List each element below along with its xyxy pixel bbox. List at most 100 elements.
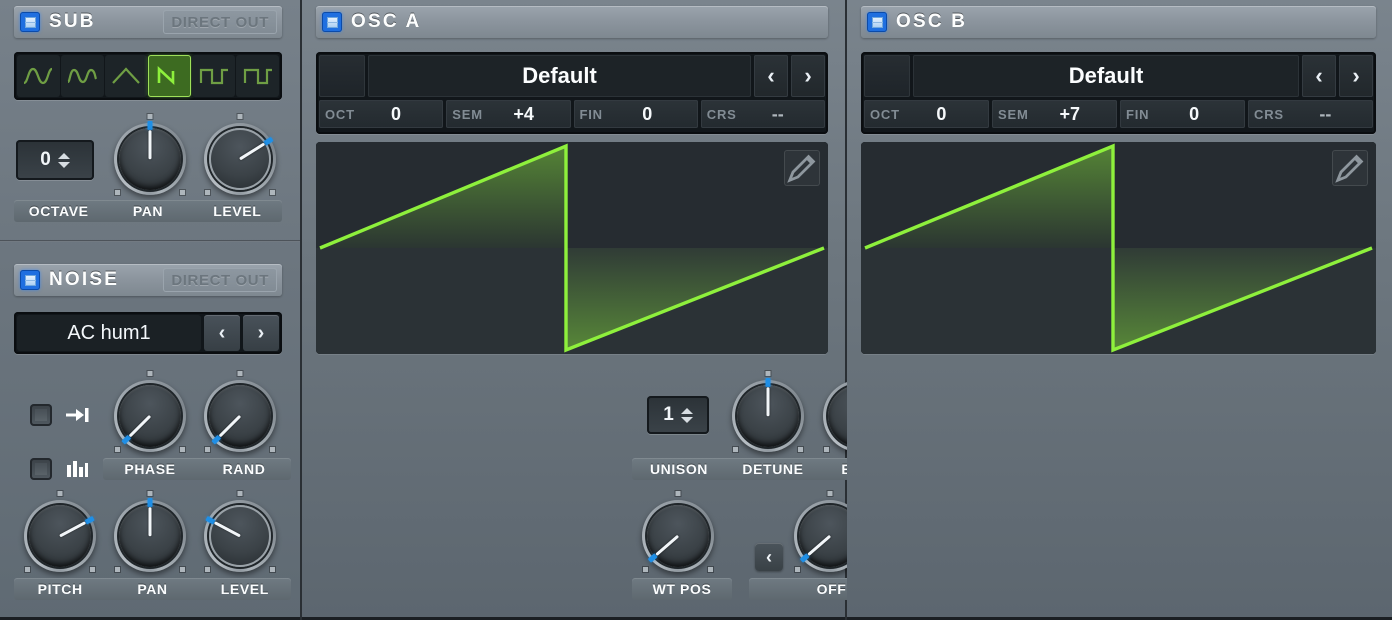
osc-b-sem-key: SEM [998,106,1029,122]
sub-knob-labels: OCTAVE PAN LEVEL [14,200,282,222]
osc-a-preset-name[interactable]: Default [368,55,751,97]
osc-a-preset-prev-button[interactable]: ‹ [754,55,788,97]
osc-a-preset-next-button[interactable]: › [791,55,825,97]
osc-b-title: OSC B [896,11,968,32]
osc-b-fin-value: 0 [1189,103,1200,124]
noise-pan-label: PAN [137,581,168,597]
osc-a-waveform-display[interactable] [316,142,828,354]
osc-a-enable-checkbox[interactable] [322,12,342,32]
osc-a-title: OSC A [351,11,422,32]
sub-octave-arrows[interactable] [57,152,70,168]
osc-a-unison-up-icon[interactable] [680,407,693,414]
noise-pitch-knob[interactable] [24,491,96,572]
osc-a-detune-knob[interactable] [732,371,804,452]
osc-a-column: OSC A Default ‹ › OCT 0 SEM +4 FIN 0 CRS… [302,0,1124,620]
sub-pan-knob[interactable] [114,114,186,195]
osc-a-detune-label: DETUNE [742,461,804,477]
noise-preset-next-button[interactable]: › [243,315,279,351]
noise-keytrack-checkbox[interactable] [30,458,52,480]
osc-a-unison-arrows[interactable] [680,407,693,423]
osc-b-preset-strip: Default ‹ › OCT 0 SEM +7 FIN 0 CRS -- [861,52,1376,134]
sub-waveform-sine[interactable] [17,55,60,97]
sub-waveform-selector[interactable] [14,52,282,100]
noise-rand-knob[interactable] [204,371,276,452]
osc-a-unison-label: UNISON [649,461,709,477]
osc-a-fin-value: 0 [642,103,653,124]
osc-b-sem-field[interactable]: SEM +7 [992,100,1117,128]
osc-b-enable-checkbox[interactable] [867,12,887,32]
noise-row2-labels: PITCH PAN LEVEL [14,578,291,600]
noise-direct-out-button[interactable]: DIRECT OUT [163,268,277,292]
synth-oscillator-panel: SUB DIRECT OUT 0 OCTAVE PAN LEVEL NOISE … [0,0,1392,620]
osc-a-sem-field[interactable]: SEM +4 [446,100,571,128]
osc-b-preset-prev-button[interactable]: ‹ [1302,55,1336,97]
noise-phase-knob[interactable] [114,371,186,452]
noise-preset-selector[interactable]: AC hum1 ‹ › [14,312,282,354]
noise-preset-prev-button[interactable]: ‹ [204,315,240,351]
section-divider [0,240,300,242]
sub-waveform-saw[interactable] [148,55,192,97]
osc-b-saw-curve [864,143,1373,353]
osc-a-unison-value: 1 [663,404,674,425]
sub-waveform-sine-alt[interactable] [60,55,104,97]
sub-enable-checkbox[interactable] [20,12,40,32]
noise-enable-checkbox[interactable] [20,270,40,290]
osc-a-off-prev-button[interactable]: ‹ [755,543,783,571]
osc-b-crs-key: CRS [1254,106,1284,122]
osc-a-sem-value: +4 [513,103,534,124]
sub-octave-value: 0 [40,149,51,170]
piano-keys-icon [67,461,88,477]
osc-b-fin-field[interactable]: FIN 0 [1120,100,1245,128]
noise-level-label: LEVEL [220,581,269,597]
osc-a-wtpos-label: WT POS [652,581,712,597]
osc-a-wtpos-knob[interactable] [642,491,714,572]
sub-octave-label: OCTAVE [28,203,89,219]
sub-waveform-pulse[interactable] [236,55,279,97]
osc-b-sem-value: +7 [1059,103,1081,124]
osc-b-oct-field[interactable]: OCT 0 [864,100,989,128]
osc-a-section-header: OSC A [316,6,828,38]
osc-a-fin-field[interactable]: FIN 0 [573,100,698,128]
sub-title: SUB [49,11,96,32]
sub-waveform-triangle[interactable] [104,55,148,97]
arrow-to-bar-icon [66,408,89,422]
osc-b-waveform-display[interactable] [861,142,1376,354]
osc-b-menu-button[interactable] [864,55,910,97]
osc-a-preset-strip: Default ‹ › OCT 0 SEM +4 FIN 0 CRS -- [316,52,828,134]
osc-a-oct-field[interactable]: OCT 0 [319,100,444,128]
osc-b-oct-value: 0 [936,103,947,124]
sub-octave-down-icon[interactable] [57,161,70,168]
osc-a-crs-field[interactable]: CRS -- [700,100,825,128]
sub-octave-up-icon[interactable] [57,152,70,159]
osc-b-oct-key: OCT [870,106,900,122]
noise-phase-label: PHASE [124,461,176,477]
pencil-icon [1335,154,1364,183]
osc-a-unison-down-icon[interactable] [680,416,693,423]
noise-preset-name[interactable]: AC hum1 [17,315,201,351]
sub-octave-spinner[interactable]: 0 [16,140,94,180]
sub-level-label: LEVEL [213,203,262,219]
osc-a-menu-button[interactable] [319,55,365,97]
osc-a-oct-key: OCT [325,106,355,122]
osc-a-crs-value: -- [771,103,784,124]
osc-b-column: OSC B Default ‹ › OCT 0 SEM +7 FIN 0 CRS… [847,0,1392,620]
osc-a-saw-curve [319,143,825,353]
osc-a-fin-key: FIN [579,106,603,122]
noise-pan-knob[interactable] [114,491,186,572]
osc-a-oct-value: 0 [391,103,402,124]
noise-pitch-label: PITCH [37,581,83,597]
osc-b-preset-name[interactable]: Default [913,55,1299,97]
osc-b-crs-value: -- [1319,103,1332,124]
osc-a-unison-spinner[interactable]: 1 [647,396,709,434]
osc-b-preset-next-button[interactable]: › [1339,55,1373,97]
pencil-icon [787,154,816,183]
noise-retrig-checkbox[interactable] [30,404,52,426]
sub-level-knob[interactable] [204,114,276,195]
osc-b-crs-field[interactable]: CRS -- [1248,100,1373,128]
osc-a-edit-button[interactable] [784,150,820,186]
osc-b-edit-button[interactable] [1332,150,1368,186]
osc-b-fin-key: FIN [1126,106,1150,122]
sub-direct-out-button[interactable]: DIRECT OUT [163,10,277,34]
sub-waveform-square[interactable] [192,55,236,97]
noise-level-knob[interactable] [204,491,276,572]
